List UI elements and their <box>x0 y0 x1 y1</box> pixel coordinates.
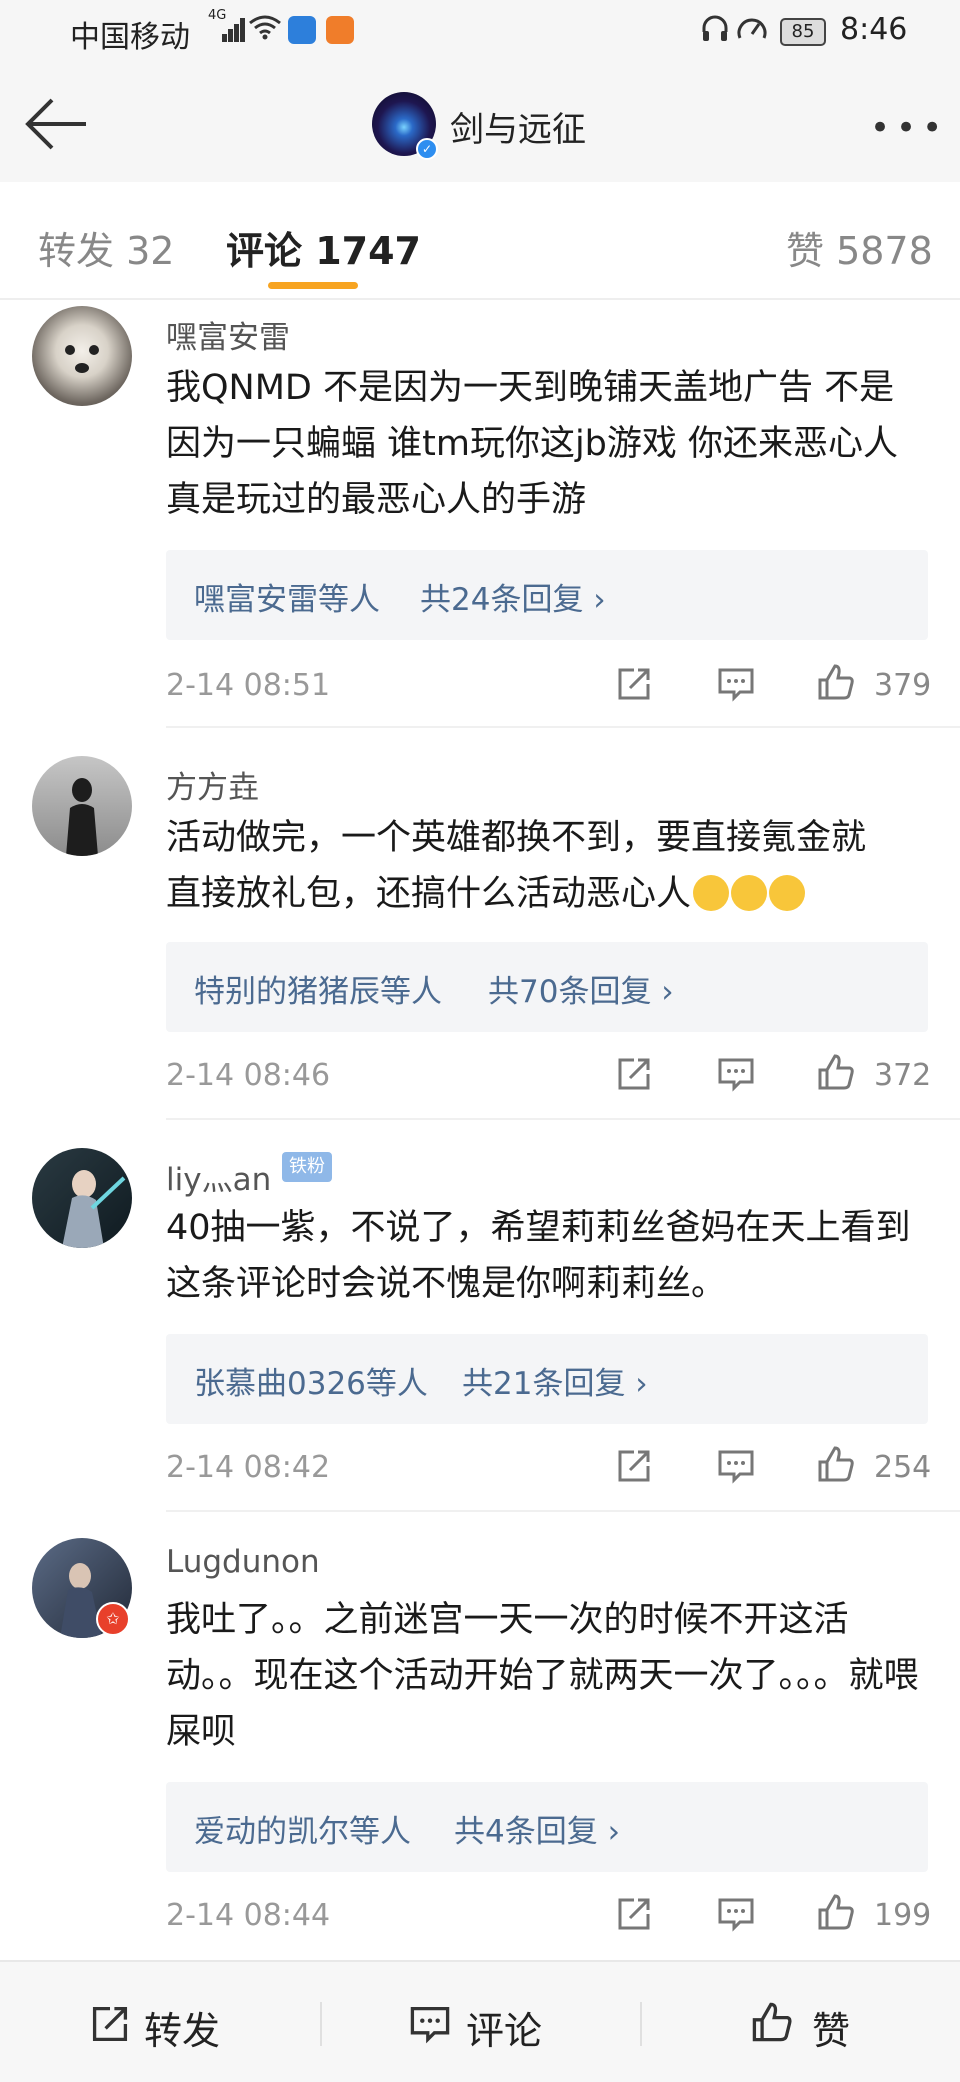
comment-divider <box>166 1510 960 1512</box>
repost-icon[interactable] <box>614 1054 654 1094</box>
more-options-icon[interactable]: ••• <box>870 108 948 148</box>
reply-names: 爱动的凯尔等人 <box>194 1814 411 1850</box>
comment-divider <box>166 726 960 728</box>
wifi-icon <box>249 15 281 40</box>
active-tab-indicator <box>268 282 358 289</box>
reply-count: 共70条回复 › <box>488 974 674 1010</box>
reply-summary[interactable]: 爱动的凯尔等人 共4条回复 › <box>166 1782 928 1872</box>
reply-summary[interactable]: 张慕曲0326等人 共21条回复 › <box>166 1334 928 1424</box>
comment-icon[interactable] <box>716 1054 756 1094</box>
battery-indicator: 85 <box>780 18 826 46</box>
headphone-icon <box>702 15 728 41</box>
verified-icon: ✓ <box>416 138 438 160</box>
emoji-icon <box>731 875 768 911</box>
signal-icon <box>222 18 245 42</box>
reply-names: 嘿富安雷等人 <box>194 582 380 618</box>
like-button[interactable]: 赞 <box>746 1982 876 2062</box>
repost-button[interactable]: 转发 <box>80 1982 240 2062</box>
like-icon[interactable] <box>816 662 856 702</box>
comment-time: 2-14 08:51 <box>166 668 331 703</box>
back-arrow-icon[interactable] <box>20 92 90 156</box>
like-icon <box>752 2002 792 2042</box>
repost-icon <box>92 2006 128 2042</box>
reply-names: 张慕曲0326等人 <box>194 1366 428 1402</box>
carrier-name: 中国移动 <box>70 20 190 55</box>
reply-count: 共24条回复 › <box>420 582 606 618</box>
bottom-action-bar: 转发 评论 赞 <box>0 1960 960 2082</box>
status-bar: 中国移动 4G 85 8:46 <box>0 0 960 66</box>
comment-time: 2-14 08:42 <box>166 1450 331 1485</box>
like-count: 199 <box>874 1898 932 1933</box>
member-badge-icon: ✩ <box>96 1602 130 1636</box>
comment-icon[interactable] <box>716 1446 756 1486</box>
like-count: 372 <box>874 1058 932 1093</box>
divider <box>640 2002 642 2046</box>
reply-names: 特别的猪猪辰等人 <box>194 974 442 1010</box>
reply-count: 共21条回复 › <box>462 1366 648 1402</box>
clock: 8:46 <box>840 12 908 47</box>
repost-icon[interactable] <box>614 664 654 704</box>
comment-time: 2-14 08:46 <box>166 1058 331 1093</box>
comment-label: 评论 <box>466 2009 543 2053</box>
comment-username[interactable]: 嘿富安雷 <box>166 312 290 357</box>
emoji-icon <box>769 875 806 911</box>
comment-icon[interactable] <box>716 664 756 704</box>
shield-app-icon <box>288 16 316 44</box>
speed-icon <box>737 18 767 39</box>
comment-text: 活动做完，一个英雄都换不到，要直接氪金就直接放礼包，还搞什么活动恶心人 <box>166 810 896 922</box>
like-count: 254 <box>874 1450 932 1485</box>
comment-username[interactable]: liy灬an <box>166 1154 271 1199</box>
comment-text: 40抽一紫，不说了，希望莉莉丝爸妈在天上看到这条评论时会说不愧是你啊莉莉丝。 <box>166 1208 911 1304</box>
comment-time: 2-14 08:44 <box>166 1898 331 1933</box>
reply-count: 共4条回复 › <box>454 1814 620 1850</box>
avatar[interactable] <box>32 756 132 856</box>
like-label: 赞 <box>812 2009 851 2053</box>
avatar[interactable] <box>32 306 132 406</box>
comment-text: 我QNMD 不是因为一天到晚铺天盖地广告 不是因为一只蝙蝠 谁tm玩你这jb游戏… <box>166 368 899 520</box>
comment-username[interactable]: 方方垚 <box>166 762 259 807</box>
like-count: 379 <box>874 668 932 703</box>
repost-label: 转发 <box>144 2009 221 2053</box>
emoji-icon <box>693 875 730 911</box>
like-icon[interactable] <box>816 1052 856 1092</box>
comment-button[interactable]: 评论 <box>402 1982 572 2062</box>
comment-icon[interactable] <box>716 1894 756 1934</box>
tab-reposts[interactable]: 转发 32 <box>38 220 174 275</box>
divider <box>320 2002 322 2046</box>
reply-summary[interactable]: 特别的猪猪辰等人 共70条回复 › <box>166 942 928 1032</box>
account-title[interactable]: 剑与远征 <box>450 102 586 151</box>
like-icon[interactable] <box>816 1892 856 1932</box>
tab-likes[interactable]: 赞 5878 <box>786 220 933 275</box>
divider <box>0 298 960 300</box>
tab-comments[interactable]: 评论 1747 <box>226 220 421 275</box>
browser-app-icon <box>326 16 354 44</box>
fan-badge: 铁粉 <box>282 1152 332 1182</box>
comment-divider <box>166 1118 960 1120</box>
comment-text: 我吐了。。之前迷宫一天一次的时候不开这活动。。现在这个活动开始了就两天一次了。。… <box>166 1600 919 1752</box>
top-nav: ✓ 剑与远征 ••• <box>0 66 960 182</box>
like-icon[interactable] <box>816 1444 856 1484</box>
repost-icon[interactable] <box>614 1894 654 1934</box>
tab-bar: 转发 32 评论 1747 赞 5878 <box>0 182 960 300</box>
avatar[interactable] <box>32 1148 132 1248</box>
comment-icon <box>410 2006 450 2044</box>
repost-icon[interactable] <box>614 1446 654 1486</box>
reply-summary[interactable]: 嘿富安雷等人 共24条回复 › <box>166 550 928 640</box>
comment-username[interactable]: Lugdunon <box>166 1544 320 1580</box>
